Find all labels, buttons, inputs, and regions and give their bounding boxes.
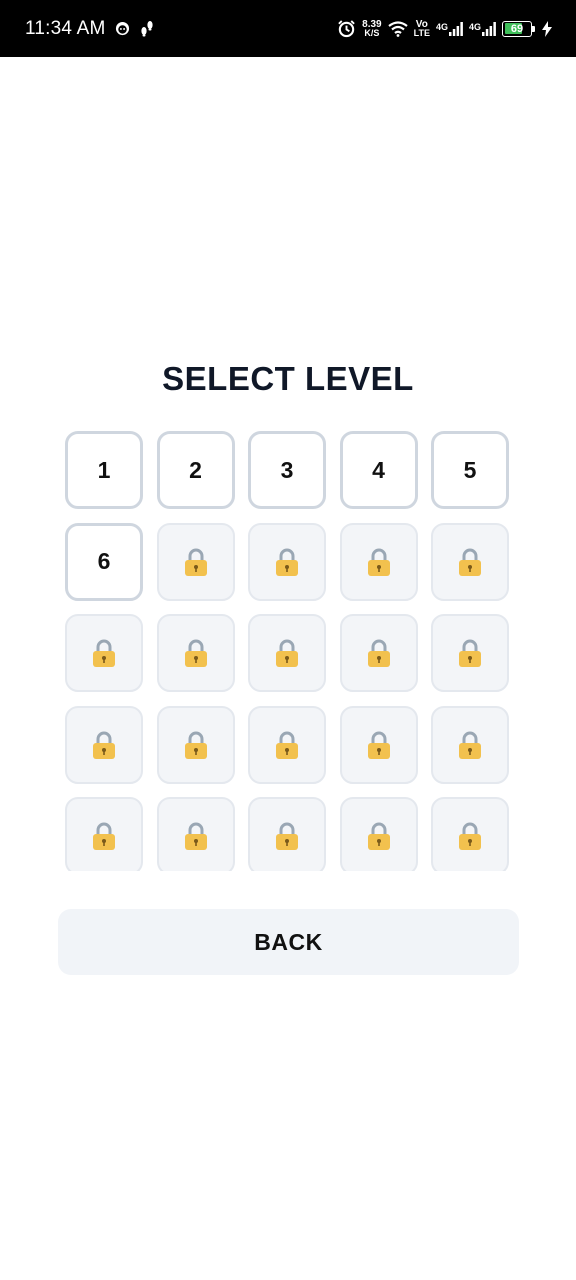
wifi-icon xyxy=(387,20,408,37)
lock-icon xyxy=(184,639,207,667)
lock-icon xyxy=(459,639,481,667)
lock-icon xyxy=(459,822,481,850)
battery-percent: 69 xyxy=(510,22,524,35)
battery-indicator: 69 xyxy=(502,20,535,37)
level-tile-locked xyxy=(431,522,509,601)
level-number: 4 xyxy=(372,456,385,483)
lock-icon xyxy=(184,548,207,576)
network-speed: 8.39 K/S xyxy=(362,19,381,38)
charging-icon xyxy=(542,20,552,37)
level-tile-locked xyxy=(339,705,418,784)
lock-icon xyxy=(93,822,115,850)
level-tile-locked xyxy=(156,522,235,601)
face-icon xyxy=(115,21,130,36)
level-grid: 1 2 3 4 5 6 xyxy=(65,431,511,871)
status-time: 11:34 AM xyxy=(25,17,106,39)
level-tile-locked xyxy=(339,522,418,601)
lock-icon xyxy=(367,639,390,667)
network-speed-unit: K/S xyxy=(364,27,380,38)
level-tile-3[interactable]: 3 xyxy=(248,431,326,509)
level-tile-locked xyxy=(65,797,143,871)
volte-bottom: LTE xyxy=(413,27,430,38)
level-tile-locked xyxy=(248,797,326,871)
level-tile-locked xyxy=(65,614,143,692)
lock-icon xyxy=(367,822,390,850)
signal-icon: 4G xyxy=(435,21,463,36)
level-tile-locked xyxy=(156,705,235,784)
level-tile-locked xyxy=(156,797,235,871)
level-tile-locked xyxy=(339,614,418,692)
lock-icon xyxy=(367,731,390,759)
back-button[interactable]: BACK xyxy=(58,909,519,975)
battery-cap xyxy=(532,25,535,32)
signal-icon: 4G xyxy=(468,21,496,36)
footprint-icon xyxy=(140,20,154,37)
level-tile-2[interactable]: 2 xyxy=(156,431,235,509)
lock-icon xyxy=(276,639,298,667)
level-grid-viewport[interactable]: 1 2 3 4 5 6 xyxy=(65,431,511,871)
level-tile-locked xyxy=(156,614,235,692)
level-number: 3 xyxy=(280,456,294,483)
level-tile-locked xyxy=(431,705,509,784)
level-number: 1 xyxy=(97,456,111,483)
alarm-icon xyxy=(337,19,356,38)
level-tile-locked xyxy=(431,797,509,871)
level-tile-locked xyxy=(248,522,326,601)
level-tile-locked xyxy=(339,797,418,871)
lock-icon xyxy=(93,639,115,667)
sim2-type: 4G xyxy=(468,21,481,32)
status-bar: 11:34 AM 8.39 K/S Vo LTE 4G 4G 69 xyxy=(0,0,576,57)
level-number: 6 xyxy=(97,548,111,574)
volte-indicator: Vo LTE xyxy=(413,19,430,38)
sim1-type: 4G xyxy=(435,21,448,32)
level-tile-locked xyxy=(65,705,143,784)
page-title: SELECT LEVEL xyxy=(162,360,414,397)
lock-icon xyxy=(276,731,298,759)
lock-icon xyxy=(459,548,481,576)
lock-icon xyxy=(276,548,298,576)
level-tile-locked xyxy=(431,614,509,692)
level-tile-5[interactable]: 5 xyxy=(431,431,509,509)
level-tile-1[interactable]: 1 xyxy=(65,431,143,509)
lock-icon xyxy=(276,822,298,850)
level-number: 2 xyxy=(189,456,202,483)
level-tile-4[interactable]: 4 xyxy=(339,431,418,509)
lock-icon xyxy=(459,731,481,759)
lock-icon xyxy=(367,548,390,576)
level-tile-locked xyxy=(248,705,326,784)
lock-icon xyxy=(184,731,207,759)
lock-icon xyxy=(93,731,115,759)
level-tile-locked xyxy=(248,614,326,692)
level-number: 5 xyxy=(463,456,477,483)
lock-icon xyxy=(184,822,207,850)
level-tile-6[interactable]: 6 xyxy=(65,522,143,601)
